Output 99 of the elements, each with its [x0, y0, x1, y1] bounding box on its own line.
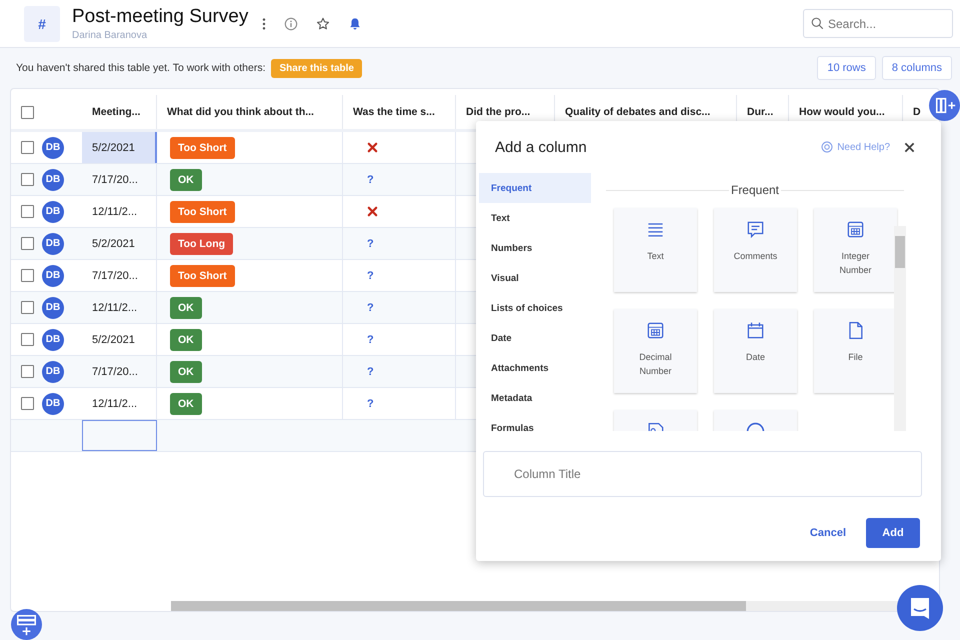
calendar-icon [746, 321, 765, 340]
category-item[interactable]: Frequent [479, 173, 591, 203]
info-icon[interactable] [284, 16, 298, 30]
column-title-field[interactable]: Column Title [483, 451, 922, 497]
answer-tag: OK [170, 392, 202, 414]
scrollbar[interactable] [894, 226, 906, 431]
date-cell[interactable]: 12/11/2... [82, 388, 157, 419]
answer-tag: Too Short [170, 264, 235, 286]
column-header[interactable]: Was the time s... [343, 95, 456, 129]
column-type-label: Date [744, 351, 766, 364]
date-cell[interactable]: 12/11/2... [82, 196, 157, 227]
row-checkbox[interactable] [21, 205, 34, 218]
column-type-label: Decimal Number [638, 351, 673, 378]
date-cell[interactable]: 5/2/2021 [82, 228, 157, 259]
answer-tag: Too Short [170, 136, 235, 158]
unknown-mark: ? [367, 302, 374, 314]
date-cell[interactable]: 5/2/2021 [82, 132, 157, 163]
column-header[interactable]: Meeting... [82, 95, 157, 129]
unknown-mark: ? [367, 270, 374, 282]
column-type-card[interactable]: Decimal Number [614, 309, 697, 393]
category-item[interactable]: Text [479, 203, 591, 233]
row-checkbox[interactable] [21, 365, 34, 378]
cross-icon [367, 206, 378, 217]
answer-tag: OK [170, 296, 202, 318]
category-item[interactable]: Numbers [479, 233, 591, 263]
category-item[interactable]: Attachments [479, 353, 591, 383]
cancel-button[interactable]: Cancel [804, 526, 852, 540]
row-checkbox[interactable] [21, 141, 34, 154]
search-field[interactable]: Search... [803, 9, 953, 38]
answer-tag: OK [170, 168, 202, 190]
avatar: DB [42, 296, 64, 318]
new-row-cell[interactable] [82, 420, 157, 451]
category-item[interactable]: Visual [479, 263, 591, 293]
notification-bell-icon[interactable] [348, 16, 362, 30]
row-checkbox[interactable] [21, 173, 34, 186]
answer-tag: Too Long [170, 232, 234, 254]
row-checkbox[interactable] [21, 333, 34, 346]
lifebuoy-icon [821, 141, 834, 153]
add-row-icon[interactable] [11, 609, 42, 640]
search-icon [811, 17, 824, 30]
row-checkbox[interactable] [21, 397, 34, 410]
chat-icon[interactable] [897, 585, 943, 631]
category-item[interactable]: Lists of choices [479, 293, 591, 323]
rows-count-button[interactable]: 10 rows [817, 56, 876, 80]
avatar: DB [42, 392, 64, 414]
avatar: DB [42, 200, 64, 222]
dialog-title: Add a column [495, 138, 587, 156]
column-type-label: Comments [732, 250, 778, 263]
date-cell[interactable]: 12/11/2... [82, 292, 157, 323]
scrollbar-thumb[interactable] [171, 601, 746, 611]
avatar: DB [42, 360, 64, 382]
avatar: DB [42, 264, 64, 286]
column-header[interactable]: What did you think about th... [157, 95, 343, 129]
unknown-mark: ? [367, 238, 374, 250]
columns-count-button[interactable]: 8 columns [882, 56, 952, 80]
share-message: You haven't shared this table yet. To work with others: [16, 62, 266, 74]
category-item[interactable]: Metadata [479, 383, 591, 413]
add-button[interactable]: Add [866, 518, 920, 548]
add-column-icon[interactable] [929, 90, 960, 121]
date-cell[interactable]: 5/2/2021 [82, 324, 157, 355]
avatar: DB [42, 232, 64, 254]
star-icon[interactable] [316, 16, 330, 30]
answer-tag: Too Short [170, 200, 235, 222]
more-icon[interactable] [262, 16, 266, 30]
select-all-checkbox[interactable] [21, 106, 34, 118]
column-type-label: Text [646, 250, 665, 263]
calculator-icon [646, 321, 665, 340]
avatar: DB [42, 136, 64, 158]
column-type-label: File [847, 351, 864, 364]
avatar: DB [42, 328, 64, 350]
date-cell[interactable]: 7/17/20... [82, 260, 157, 291]
answer-tag: OK [170, 360, 202, 382]
row-checkbox[interactable] [21, 269, 34, 282]
column-type-card[interactable]: Integer Number [814, 208, 897, 292]
section-heading: Frequent [730, 183, 780, 197]
table-icon: # [24, 6, 60, 42]
column-type-card[interactable]: Date [714, 309, 797, 393]
row-checkbox[interactable] [21, 237, 34, 250]
unknown-mark: ? [367, 174, 374, 186]
column-type-label: Integer Number [838, 250, 872, 277]
avatar: DB [42, 168, 64, 190]
category-item[interactable]: Date [479, 323, 591, 353]
date-cell[interactable]: 7/17/20... [82, 164, 157, 195]
close-icon[interactable] [904, 142, 915, 152]
table-title: Post-meeting Survey [72, 6, 248, 28]
column-type-card[interactable]: File [814, 309, 897, 393]
calculator-icon [846, 220, 865, 239]
column-type-card[interactable]: Text [614, 208, 697, 292]
row-checkbox[interactable] [21, 301, 34, 314]
owner-name: Darina Baranova [72, 30, 148, 41]
answer-tag: OK [170, 328, 202, 350]
unknown-mark: ? [367, 366, 374, 378]
cross-icon [367, 142, 378, 153]
date-cell[interactable]: 7/17/20... [82, 356, 157, 387]
column-type-card[interactable]: Comments [714, 208, 797, 292]
category-item[interactable]: Formulas [479, 413, 591, 431]
comment-icon [746, 220, 765, 239]
unknown-mark: ? [367, 334, 374, 346]
unknown-mark: ? [367, 398, 374, 410]
